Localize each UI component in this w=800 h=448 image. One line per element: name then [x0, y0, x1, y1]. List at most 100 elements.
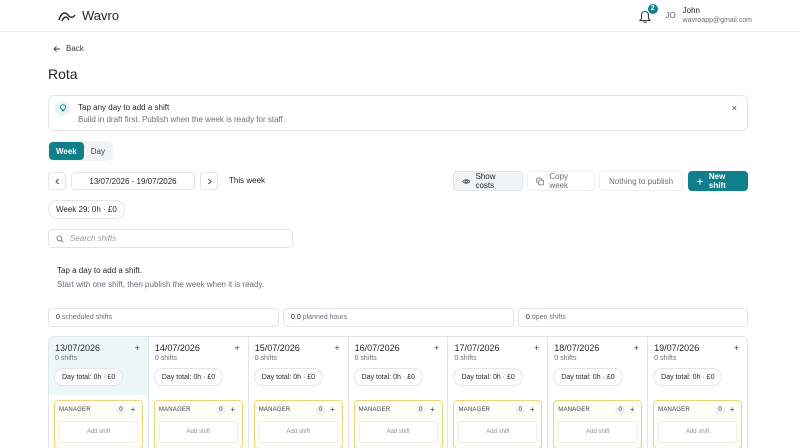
- wavro-logo-icon: [58, 11, 76, 21]
- brand[interactable]: Wavro: [58, 8, 119, 23]
- add-shift-button[interactable]: Add shift: [258, 421, 338, 443]
- day-column[interactable]: 16/07/2026 + 0 shifts Day total: 0h · £0…: [349, 337, 449, 448]
- stat-planned-value: 0.0: [291, 314, 301, 321]
- notifications-button[interactable]: 2: [637, 3, 658, 24]
- new-shift-label: New shift: [708, 172, 726, 190]
- search-icon: [56, 235, 64, 243]
- add-day-shift-icon[interactable]: +: [334, 343, 339, 353]
- day-column[interactable]: 13/07/2026 + 0 shifts Day total: 0h · £0…: [49, 337, 149, 448]
- previous-week-button[interactable]: [48, 172, 66, 190]
- chevron-left-icon: [54, 178, 59, 184]
- chevron-right-icon: [207, 178, 212, 184]
- user-info[interactable]: John wavroapp@gmail.com: [683, 6, 752, 26]
- this-week-link[interactable]: This week: [229, 176, 265, 185]
- add-shift-button[interactable]: Add shift: [358, 421, 438, 443]
- close-icon[interactable]: ×: [732, 103, 737, 113]
- add-role-shift-icon[interactable]: +: [527, 405, 537, 414]
- role-count: 0: [715, 404, 726, 415]
- arrow-left-icon: [53, 45, 60, 52]
- copy-week-label: Copy week: [549, 172, 569, 190]
- page-title: Rota: [48, 66, 78, 82]
- top-bar: Wavro 2 JO John wavroapp@gmail.com: [0, 0, 800, 32]
- search-input[interactable]: [70, 234, 280, 243]
- publish-button[interactable]: Nothing to publish: [599, 171, 683, 191]
- add-day-shift-icon[interactable]: +: [734, 343, 739, 353]
- show-costs-button[interactable]: Show costs: [453, 171, 523, 191]
- tab-day[interactable]: Day: [84, 142, 112, 160]
- stat-scheduled-label: scheduled shifts: [61, 314, 113, 321]
- week-date-range[interactable]: 13/07/2026 - 19/07/2026: [71, 172, 195, 190]
- day-column[interactable]: 19/07/2026 + 0 shifts Day total: 0h · £0…: [648, 337, 747, 448]
- tab-week[interactable]: Week: [49, 142, 84, 160]
- back-link[interactable]: Back: [53, 44, 84, 53]
- role-name: MANAGER: [558, 406, 591, 413]
- role-block: MANAGER 0 + Add shift: [153, 400, 243, 448]
- role-block: MANAGER 0 + Add shift: [453, 400, 543, 448]
- role-block: MANAGER 0 + Add shift: [353, 400, 443, 448]
- new-shift-button[interactable]: New shift: [688, 171, 748, 191]
- day-total-chip: Day total: 0h · £0: [353, 368, 423, 386]
- role-name: MANAGER: [258, 406, 291, 413]
- day-shift-count: 0 shifts: [454, 355, 477, 362]
- add-shift-button[interactable]: Add shift: [59, 421, 138, 443]
- hint-title: Tap a day to add a shift.: [57, 266, 142, 275]
- role-name: MANAGER: [59, 406, 91, 413]
- day-column[interactable]: 14/07/2026 + 0 shifts Day total: 0h · £0…: [149, 337, 249, 448]
- stat-planned-label: planned hours: [302, 314, 348, 321]
- day-date: 18/07/2026: [554, 343, 600, 353]
- show-costs-label: Show costs: [475, 172, 496, 190]
- role-count: 0: [116, 404, 126, 415]
- role-name: MANAGER: [458, 406, 491, 413]
- search-box: [48, 229, 293, 248]
- add-role-shift-icon[interactable]: +: [128, 405, 138, 414]
- avatar[interactable]: JO: [663, 8, 679, 24]
- day-shift-count: 0 shifts: [654, 355, 677, 362]
- role-count: 0: [415, 404, 426, 415]
- add-shift-button[interactable]: Add shift: [658, 421, 738, 443]
- stat-scheduled-value: 0: [56, 314, 60, 321]
- copy-icon: [536, 177, 544, 185]
- day-column[interactable]: 15/07/2026 + 0 shifts Day total: 0h · £0…: [249, 337, 349, 448]
- add-day-shift-icon[interactable]: +: [135, 343, 140, 353]
- add-day-shift-icon[interactable]: +: [634, 343, 639, 353]
- add-role-shift-icon[interactable]: +: [627, 405, 637, 414]
- add-role-shift-icon[interactable]: +: [228, 405, 238, 414]
- app-name: Wavro: [82, 8, 120, 23]
- add-shift-button[interactable]: Add shift: [558, 421, 638, 443]
- next-week-button[interactable]: [200, 172, 218, 190]
- add-day-shift-icon[interactable]: +: [534, 343, 539, 353]
- tip-title: Tap any day to add a shift: [78, 102, 170, 112]
- add-day-shift-icon[interactable]: +: [434, 343, 439, 353]
- role-name: MANAGER: [658, 406, 690, 413]
- notification-count-badge: 2: [647, 3, 658, 14]
- day-total-chip: Day total: 0h · £0: [453, 368, 523, 386]
- day-date: 19/07/2026: [654, 343, 700, 353]
- copy-week-button[interactable]: Copy week: [527, 171, 595, 191]
- add-role-shift-icon[interactable]: +: [428, 405, 438, 414]
- week-calendar: 13/07/2026 + 0 shifts Day total: 0h · £0…: [48, 336, 748, 448]
- role-block: MANAGER 0 + Add shift: [653, 400, 743, 448]
- day-date: 14/07/2026: [154, 343, 200, 353]
- stat-planned-hours: 0.0 planned hours: [283, 308, 514, 327]
- role-count: 0: [315, 404, 326, 415]
- day-total-chip: Day total: 0h · £0: [553, 368, 623, 386]
- eye-icon: [462, 178, 471, 184]
- day-total-chip: Day total: 0h · £0: [54, 368, 124, 386]
- stat-open-value: 0: [526, 314, 530, 321]
- day-total-chip: Day total: 0h · £0: [253, 368, 324, 386]
- tip-banner: Tap any day to add a shift Build in draf…: [48, 95, 748, 131]
- role-count: 0: [615, 404, 626, 415]
- add-shift-button[interactable]: Add shift: [158, 421, 238, 443]
- day-column[interactable]: 18/07/2026 + 0 shifts Day total: 0h · £0…: [548, 337, 649, 448]
- add-shift-button[interactable]: Add shift: [458, 421, 538, 443]
- day-column[interactable]: 17/07/2026 + 0 shifts Day total: 0h · £0…: [448, 337, 549, 448]
- add-role-shift-icon[interactable]: +: [328, 405, 338, 414]
- day-date: 16/07/2026: [354, 343, 400, 353]
- add-role-shift-icon[interactable]: +: [727, 405, 737, 414]
- plus-icon: [696, 177, 703, 185]
- role-count: 0: [215, 404, 226, 415]
- day-shift-count: 0 shifts: [254, 355, 277, 362]
- empty-state-hint: Tap a day to add a shift. Start with one…: [48, 258, 748, 298]
- day-shift-count: 0 shifts: [55, 355, 78, 362]
- add-day-shift-icon[interactable]: +: [234, 343, 239, 353]
